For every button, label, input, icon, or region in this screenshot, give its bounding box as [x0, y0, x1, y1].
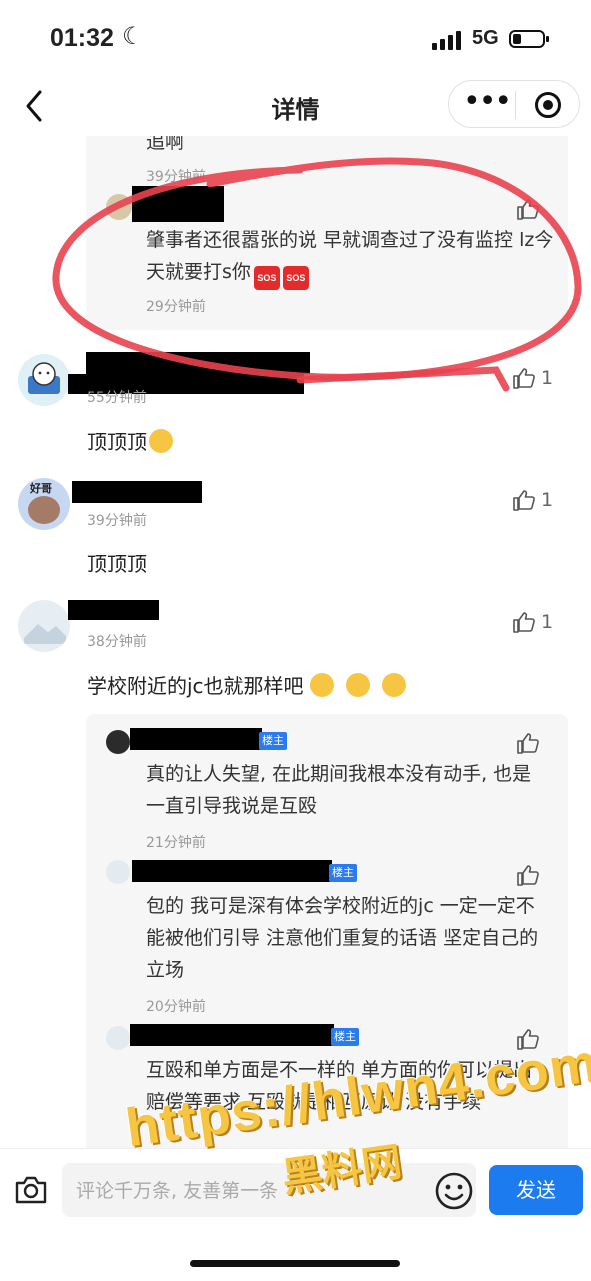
reply-time: 29分钟前: [146, 299, 206, 315]
battery-icon: [509, 30, 549, 48]
mini-program-capsule: •••: [448, 80, 580, 128]
avatar[interactable]: [106, 194, 132, 220]
like-count: 1: [541, 489, 554, 511]
redacted-username: [132, 186, 224, 222]
redacted-username: [130, 728, 262, 750]
reply-time: 39分钟前: [146, 169, 206, 185]
camera-icon[interactable]: [14, 1175, 48, 1205]
redacted-username: [68, 600, 159, 620]
redacted-username: [86, 352, 310, 374]
thumbs-up-icon[interactable]: [516, 198, 540, 220]
redacted-username: [130, 1024, 334, 1046]
home-indicator: [190, 1260, 400, 1267]
redacted-username: [72, 481, 202, 503]
thumbs-up-icon[interactable]: [512, 489, 536, 511]
comment-text: 顶顶顶: [87, 552, 147, 576]
comment-time: 38分钟前: [87, 634, 147, 650]
avatar[interactable]: [106, 730, 130, 754]
like-count: 1: [541, 367, 554, 389]
owner-badge: 楼主: [259, 732, 287, 750]
comment-text: 顶顶顶: [87, 426, 173, 455]
sos-emoji: SOS: [253, 266, 280, 290]
avatar-label: 好哥: [30, 482, 52, 495]
status-bar: 01:32 ☾ 5G: [0, 0, 591, 78]
owner-badge: 楼主: [329, 864, 357, 882]
comment-time: 39分钟前: [87, 513, 147, 529]
owner-badge: 楼主: [331, 1028, 359, 1046]
signal-icon: [432, 30, 462, 50]
smile-icon[interactable]: [434, 1171, 474, 1211]
like-count: 1: [541, 611, 554, 633]
avatar[interactable]: [18, 354, 70, 406]
more-icon[interactable]: •••: [463, 87, 512, 121]
reply-text: 追啊: [146, 136, 185, 153]
avatar[interactable]: [18, 600, 70, 652]
redacted-username: [132, 860, 332, 882]
status-time: 01:32: [50, 24, 114, 52]
thumbs-up-icon[interactable]: [512, 367, 536, 389]
thumbs-up-icon[interactable]: [512, 611, 536, 633]
reply-time: 20分钟前: [146, 999, 206, 1015]
thumbs-up-icon[interactable]: [516, 732, 540, 754]
reply-thread: 追啊 39分钟前 肇事者还很嚣张的说 早就调查过了没有监控 lz今天就要打s你 S…: [86, 136, 568, 330]
sos-emoji: SOS: [282, 266, 309, 290]
network-label: 5G: [472, 27, 499, 49]
avatar[interactable]: [106, 1026, 130, 1050]
crying-laughing-emoji: [345, 673, 370, 697]
reply-text: 包的 我可是深有体会学校附近的jc 一定一定不能被他们引导 注意他们重复的话语 …: [146, 895, 539, 981]
avatar[interactable]: [106, 860, 130, 884]
capsule-divider: [515, 91, 516, 119]
send-button[interactable]: 发送: [489, 1165, 583, 1215]
comment-input-container: [62, 1163, 476, 1219]
pleading-face-emoji: [149, 429, 173, 453]
comment-text: 学校附近的jc也就那样吧: [87, 670, 406, 699]
avatar[interactable]: 好哥: [18, 478, 70, 530]
crying-laughing-emoji: [309, 673, 334, 697]
reply-text: 真的让人失望, 在此期间我根本没有动手, 也是一直引导我说是互殴: [146, 763, 532, 817]
crying-laughing-emoji: [381, 673, 406, 697]
comment-time: 55分钟前: [87, 390, 147, 406]
reply-time: 21分钟前: [146, 835, 206, 851]
target-icon[interactable]: [535, 92, 561, 118]
moon-icon: ☾: [122, 22, 144, 50]
thumbs-up-icon[interactable]: [516, 864, 540, 886]
comment-list: 追啊 39分钟前 肇事者还很嚣张的说 早就调查过了没有监控 lz今天就要打s你 S…: [0, 136, 591, 1148]
navigation-bar: 详情 •••: [0, 78, 591, 136]
reply-text: 肇事者还很嚣张的说 早就调查过了没有监控 lz今天就要打s你 SOS SOS: [146, 224, 566, 290]
